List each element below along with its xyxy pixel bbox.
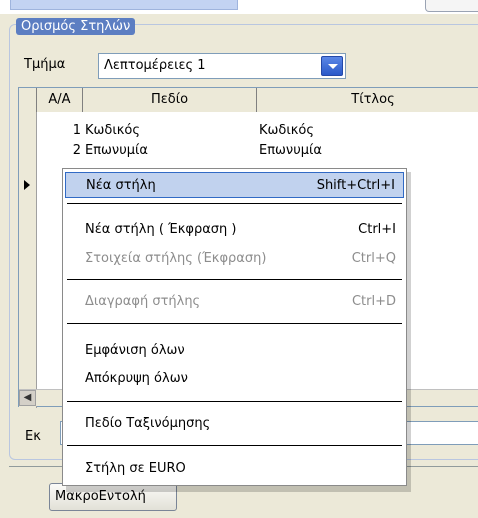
menu-item-label: Στήλη σε EURO — [85, 461, 186, 476]
row-2-aa[interactable]: 2 — [37, 141, 81, 161]
row-1-title[interactable]: Κωδικός — [259, 121, 314, 141]
menu-item-new-expression-column[interactable]: Νέα στήλη ( Έκφραση ) Ctrl+I — [65, 217, 404, 243]
scroll-left-icon[interactable]: ◀ — [19, 390, 36, 406]
grid-header: Α/Α Πεδίο Τίτλος — [19, 88, 478, 112]
menu-item-delete-column[interactable]: Διαγραφή στήλης Ctrl+D — [65, 289, 404, 315]
row-2-title[interactable]: Επωνυμία — [259, 141, 322, 161]
department-combo[interactable]: Λεπτομέρειες 1 — [98, 53, 346, 79]
top-strip — [0, 0, 478, 14]
department-label: Τμήμα — [24, 57, 66, 72]
menu-item-column-in-euro[interactable]: Στήλη σε EURO — [65, 456, 404, 482]
menu-item-column-expression-details[interactable]: Στοιχεία στήλης (Έκφραση) Ctrl+Q — [65, 246, 404, 272]
row-2-field[interactable]: Επωνυμία — [85, 141, 148, 161]
header-corner — [19, 88, 37, 112]
row-1-field[interactable]: Κωδικός — [85, 121, 140, 141]
menu-item-new-column[interactable]: Νέα στήλη Shift+Ctrl+I — [65, 172, 404, 198]
menu-item-label: Νέα στήλη ( Έκφραση ) — [85, 222, 237, 237]
menu-item-hide-all[interactable]: Απόκρυψη όλων — [65, 366, 404, 392]
group-title: Ορισμός Στηλών — [16, 18, 136, 35]
menu-item-shortcut: Ctrl+D — [351, 294, 396, 309]
current-row-pointer-icon — [24, 180, 30, 190]
menu-separator — [67, 323, 402, 324]
menu-item-label: Διαγραφή στήλης — [85, 294, 201, 309]
menu-item-label: Πεδίο Ταξινόμησης — [85, 416, 211, 431]
window: Ορισμός Στηλών Τμήμα Λεπτομέρειες 1 Α/Α … — [0, 0, 478, 518]
menu-item-shortcut: Ctrl+I — [358, 222, 396, 237]
top-right-control[interactable] — [425, 0, 478, 12]
column-header-field[interactable]: Πεδίο — [83, 88, 257, 112]
menu-item-sort-field[interactable]: Πεδίο Ταξινόμησης — [65, 411, 404, 437]
department-value: Λεπτομέρειες 1 — [104, 58, 206, 73]
menu-item-label: Στοιχεία στήλης (Έκφραση) — [85, 251, 267, 266]
column-header-title[interactable]: Τίτλος — [257, 88, 478, 112]
context-menu: Νέα στήλη Shift+Ctrl+I Νέα στήλη ( Έκφρα… — [62, 168, 407, 486]
menu-item-label: Εμφάνιση όλων — [85, 343, 185, 358]
top-tab-bar — [10, 0, 238, 10]
expression-label: Εκ — [25, 429, 41, 444]
chevron-down-icon[interactable] — [321, 56, 343, 76]
row-indicator-column — [19, 112, 37, 408]
menu-separator — [67, 445, 402, 446]
menu-separator — [67, 203, 402, 204]
row-1-aa[interactable]: 1 — [37, 121, 81, 141]
column-header-aa[interactable]: Α/Α — [37, 88, 83, 112]
menu-separator — [67, 279, 402, 280]
menu-separator — [67, 401, 402, 402]
menu-item-show-all[interactable]: Εμφάνιση όλων — [65, 338, 404, 364]
menu-item-shortcut: Ctrl+Q — [351, 251, 396, 266]
menu-item-shortcut: Shift+Ctrl+I — [316, 178, 395, 193]
menu-item-label: Απόκρυψη όλων — [85, 371, 188, 386]
menu-item-label: Νέα στήλη — [86, 178, 156, 193]
